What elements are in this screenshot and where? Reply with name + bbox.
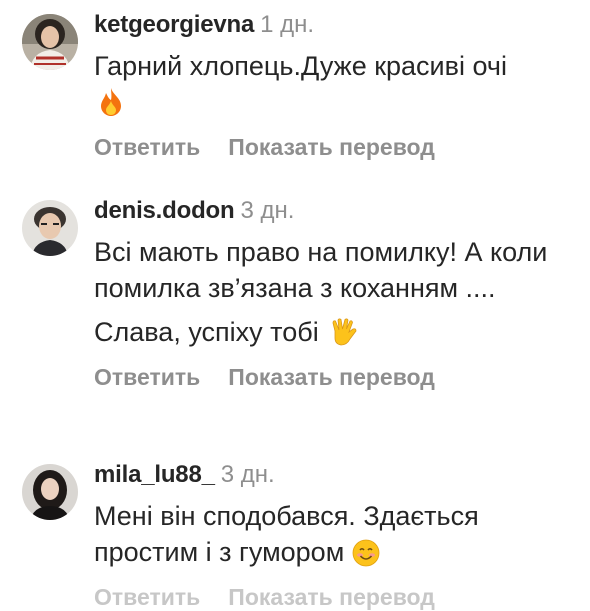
comment-paragraph: Мені він сподобався. Здається простим і … xyxy=(94,501,479,567)
comment-paragraph: Слава, успіху тобі xyxy=(94,317,319,347)
female-avatar-icon xyxy=(22,464,78,520)
comment-paragraph: Всі мають право на помилку! А коли помил… xyxy=(94,237,548,303)
timestamp: 1 дн. xyxy=(260,11,315,38)
comment-meta: denis.dodon 3 дн. xyxy=(94,196,574,226)
comment-body: denis.dodon 3 дн. Всі мають право на поми… xyxy=(94,196,574,391)
reply-button[interactable]: Ответить xyxy=(94,134,200,160)
male-avatar-icon xyxy=(22,200,78,256)
avatar[interactable] xyxy=(22,200,78,256)
comment-actions: Ответить Показать перевод xyxy=(94,364,574,391)
username[interactable]: mila_lu88_ xyxy=(94,461,215,488)
avatar[interactable] xyxy=(22,464,78,520)
comment-paragraph: Гарний хлопець.Дуже красиві очі xyxy=(94,51,507,81)
show-translation-button[interactable]: Показать перевод xyxy=(228,364,435,390)
female-avatar-icon xyxy=(22,14,78,70)
comment-text: Мені він сподобався. Здається простим і … xyxy=(94,498,564,570)
comment-body: mila_lu88_ 3 дн. Мені він сподобався. Зда… xyxy=(94,460,574,570)
reply-button[interactable]: Ответить xyxy=(94,364,200,390)
smiling-face-icon xyxy=(352,539,380,567)
comment-meta: ketgeorgievna 1 дн. xyxy=(94,10,574,40)
vulcan-salute-icon xyxy=(329,317,359,347)
comment-actions: Ответить Показать перевод xyxy=(94,134,574,161)
fire-icon xyxy=(98,87,124,117)
comment-actions: Ответить Показать перевод xyxy=(94,584,435,611)
comment-meta: mila_lu88_ 3 дн. xyxy=(94,460,574,490)
timestamp: 3 дн. xyxy=(240,197,295,224)
avatar[interactable] xyxy=(22,14,78,70)
timestamp: 3 дн. xyxy=(220,461,275,488)
username[interactable]: ketgeorgievna xyxy=(94,11,254,38)
reply-button[interactable]: Ответить xyxy=(94,584,200,610)
show-translation-button[interactable]: Показать перевод xyxy=(228,134,435,160)
comment-text: Гарний хлопець.Дуже красиві очі xyxy=(94,48,514,120)
username[interactable]: denis.dodon xyxy=(94,197,235,224)
comment-text: Всі мають право на помилку! А коли помил… xyxy=(94,234,564,350)
show-translation-button[interactable]: Показать перевод xyxy=(228,584,435,610)
comment-body: ketgeorgievna 1 дн. Гарний хлопець.Дуже к… xyxy=(94,10,574,161)
